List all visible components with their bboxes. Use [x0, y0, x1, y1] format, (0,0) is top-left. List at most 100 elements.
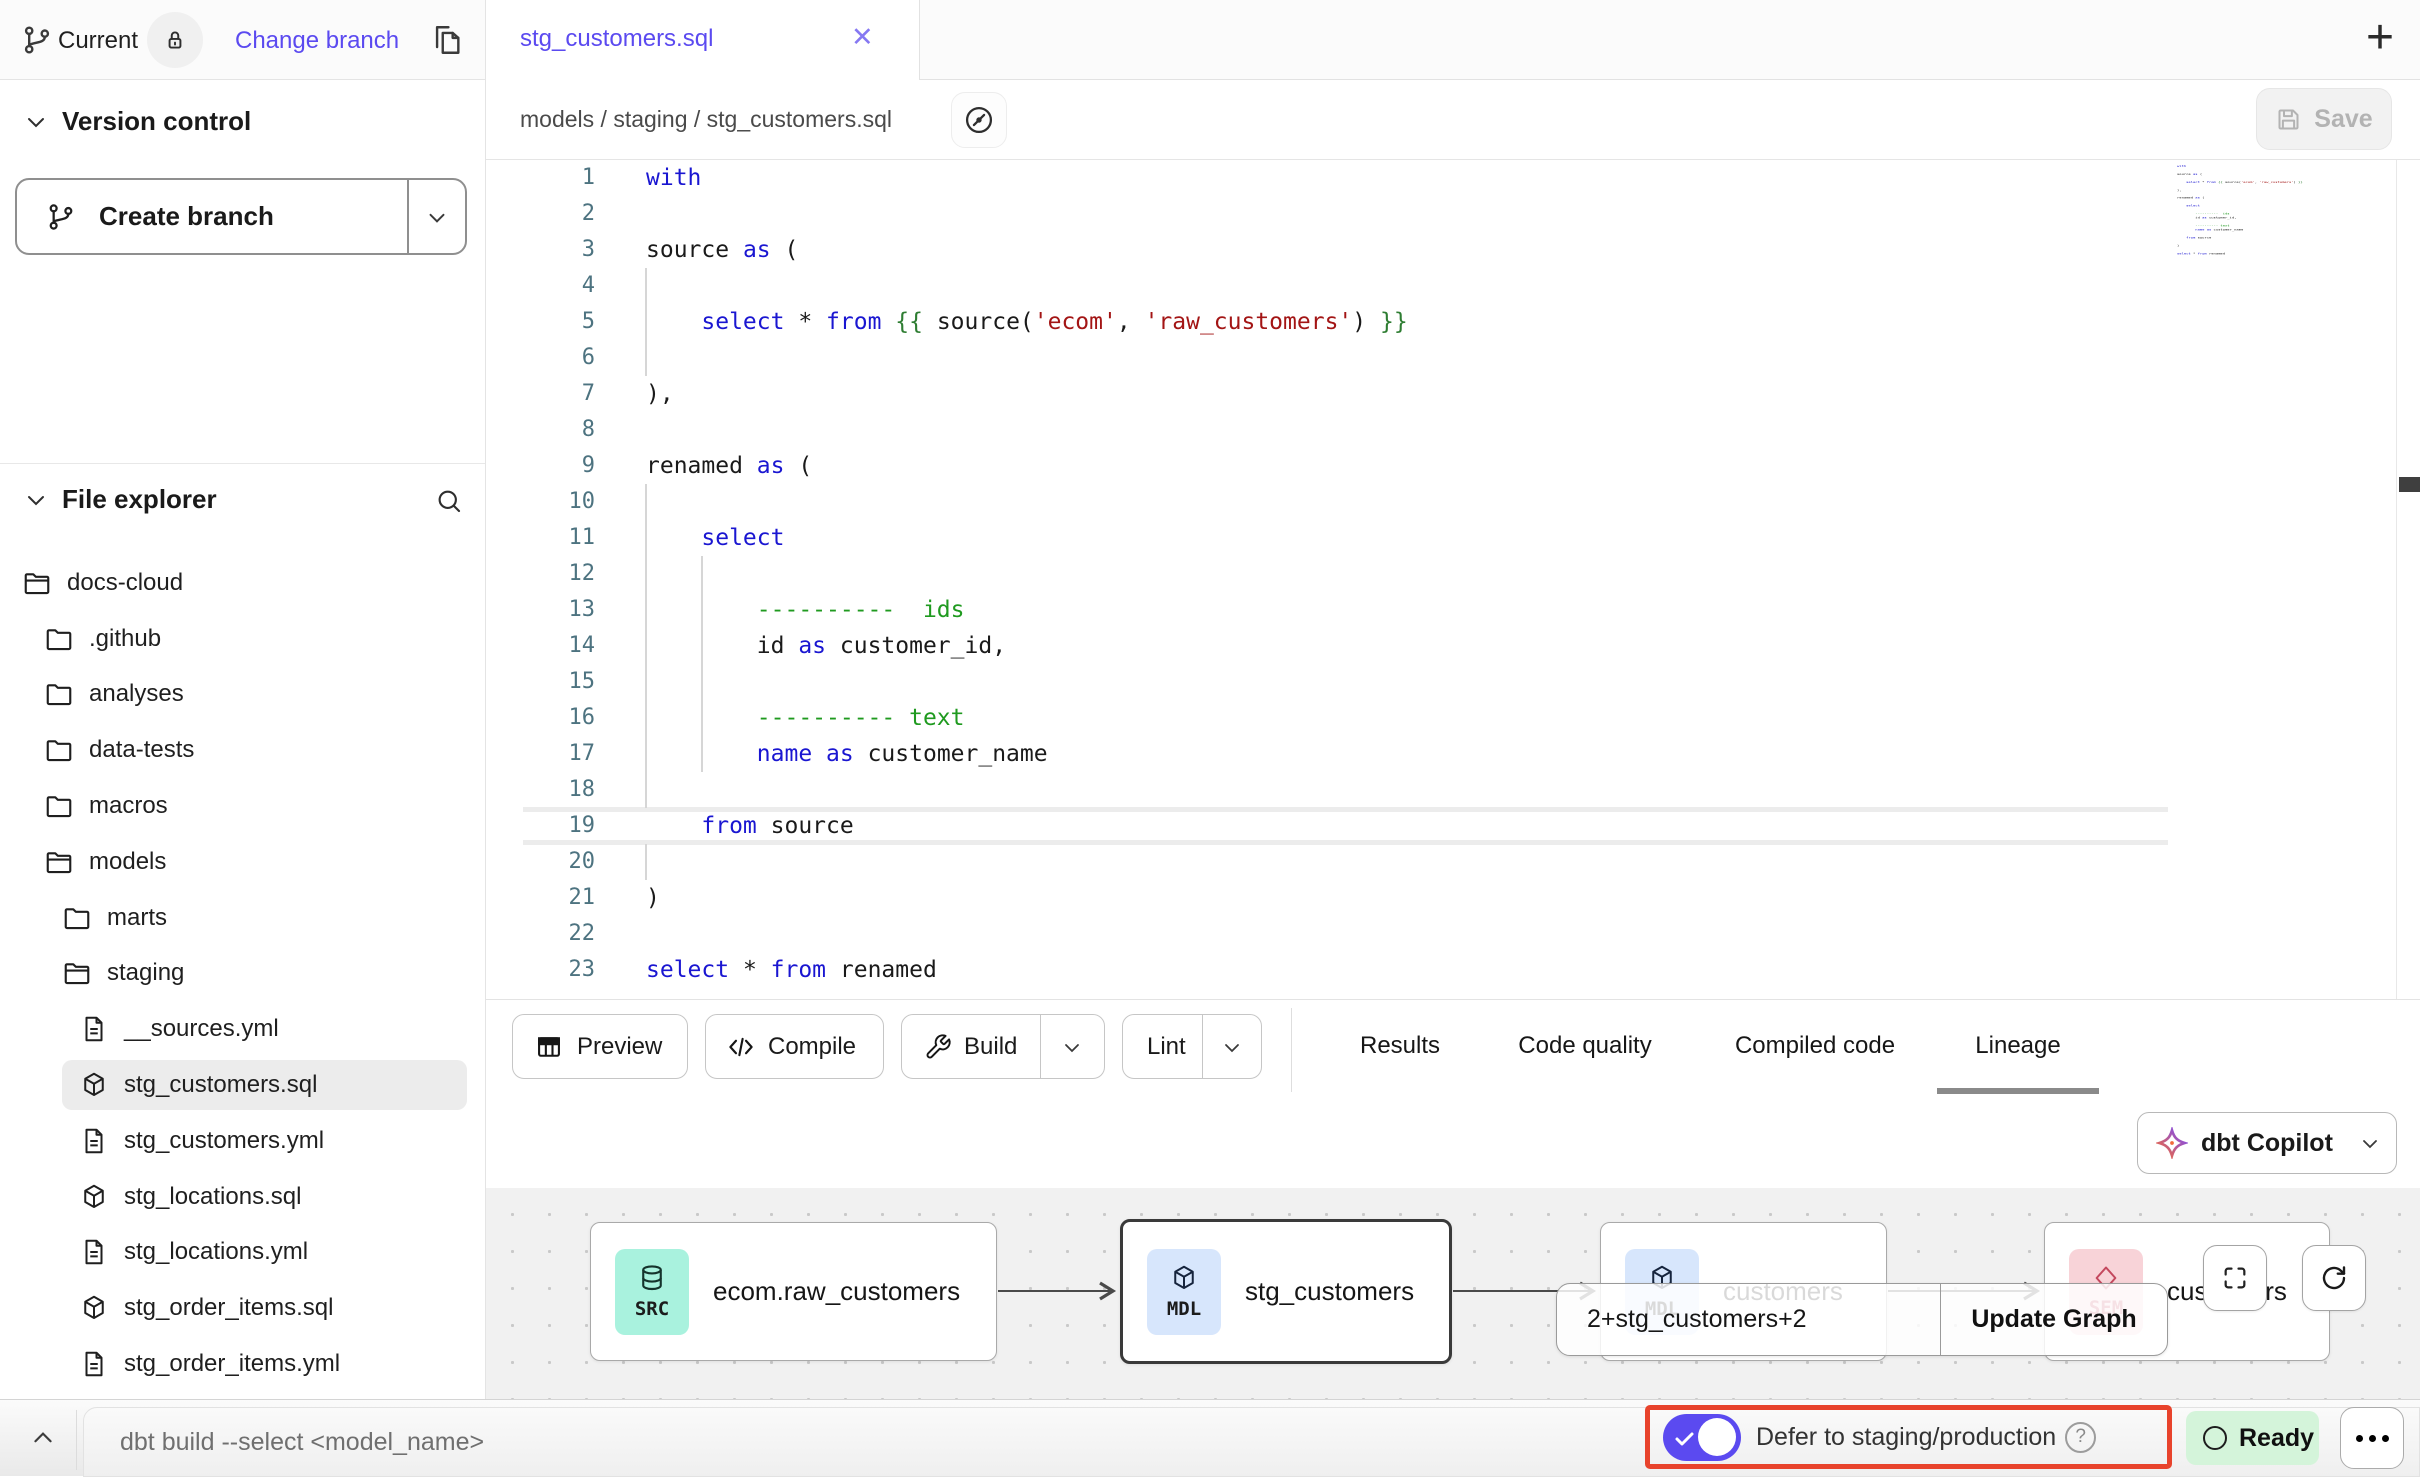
lineage-graph[interactable]: SRC ecom.raw_customers MDL stg_customers… — [486, 1188, 2420, 1399]
create-branch-dropdown[interactable] — [407, 180, 465, 253]
node-label: stg_customers — [1245, 1276, 1414, 1307]
compile-label: Compile — [768, 1033, 856, 1061]
code-line-3: source as ( — [646, 232, 1408, 268]
code-line-14: id as customer_id, — [646, 628, 1408, 664]
command-placeholder: dbt build --select <model_name> — [120, 1428, 484, 1457]
dbt-copilot-button[interactable]: dbt Copilot — [2137, 1112, 2397, 1174]
more-options-button[interactable] — [2340, 1407, 2404, 1469]
tab-compiled-code[interactable]: Compiled code — [1735, 1032, 1895, 1060]
doc-icon — [79, 1014, 109, 1044]
close-icon[interactable]: ✕ — [851, 22, 874, 53]
code-line-5: select * from {{ source('ecom', 'raw_cus… — [2177, 180, 2214, 184]
code-line-22 — [646, 916, 1408, 952]
tree-item-label: staging — [107, 959, 184, 987]
change-branch-link[interactable]: Change branch — [235, 27, 399, 55]
sidebar: Current Change branch Version control Cr… — [0, 0, 486, 1399]
tree-item--github[interactable]: .github — [0, 611, 485, 667]
preview-button[interactable]: Preview — [512, 1014, 688, 1079]
save-button[interactable]: Save — [2256, 88, 2392, 150]
help-icon[interactable]: ? — [2065, 1422, 2096, 1453]
compile-button[interactable]: Compile — [705, 1014, 884, 1079]
expand-panel-icon[interactable] — [30, 1425, 56, 1451]
code-line-20 — [646, 844, 1408, 880]
tab-stg-customers-sql[interactable]: stg_customers.sql ✕ — [486, 0, 920, 80]
code-line-9: renamed as ( — [646, 448, 1408, 484]
lint-dropdown[interactable] — [1202, 1015, 1261, 1078]
save-icon — [2275, 106, 2302, 133]
tab-lineage[interactable]: Lineage — [1975, 1032, 2060, 1060]
dot — [2382, 1435, 2389, 1442]
lint-button[interactable]: Lint — [1122, 1014, 1262, 1079]
lint-label: Lint — [1147, 1033, 1186, 1061]
code-line-10 — [646, 484, 1408, 520]
lineage-node-stg-customers[interactable]: MDL stg_customers — [1120, 1219, 1452, 1364]
folder-icon — [62, 903, 92, 933]
update-graph-button[interactable]: Update Graph — [1940, 1284, 2167, 1355]
tree-item-docs-cloud[interactable]: docs-cloud — [0, 555, 485, 611]
tree-item-label: stg_locations.sql — [124, 1183, 301, 1211]
create-branch-label: Create branch — [99, 201, 274, 232]
navigate-button[interactable] — [951, 92, 1007, 148]
chevron-down-icon — [2358, 1131, 2382, 1155]
code-line-6 — [646, 340, 1408, 376]
lock-icon — [147, 12, 203, 68]
code-line-1: with — [646, 160, 1408, 196]
tree-item-stg-customers-sql[interactable]: stg_customers.sql — [0, 1057, 485, 1113]
create-branch-button[interactable]: Create branch — [15, 178, 467, 255]
tree-item-models[interactable]: models — [0, 834, 485, 890]
divider — [0, 463, 485, 464]
build-button[interactable]: Build — [901, 1014, 1105, 1079]
defer-toggle[interactable] — [1663, 1414, 1741, 1461]
scrollbar-thumb[interactable] — [2399, 477, 2420, 492]
model-icon — [79, 1182, 109, 1212]
code-line-7: ), — [646, 376, 1408, 412]
dot — [2369, 1435, 2376, 1442]
tree-item-analyses[interactable]: analyses — [0, 667, 485, 723]
source-badge: SRC — [615, 1249, 689, 1335]
tree-item-staging[interactable]: staging — [0, 946, 485, 1002]
minimap[interactable]: with source as ( select * from {{ source… — [2177, 164, 2399, 284]
code-line-13: ---------- ids — [646, 592, 1408, 628]
tree-item-data-tests[interactable]: data-tests — [0, 722, 485, 778]
dbt-copilot-icon — [2156, 1127, 2188, 1159]
node-label: ecom.raw_customers — [713, 1276, 960, 1307]
version-control-section[interactable]: Version control — [24, 106, 251, 137]
fullscreen-button[interactable] — [2203, 1245, 2267, 1311]
lineage-node-source[interactable]: SRC ecom.raw_customers — [590, 1222, 997, 1361]
build-dropdown[interactable] — [1040, 1015, 1104, 1078]
tree-item-stg-locations-sql[interactable]: stg_locations.sql — [0, 1169, 485, 1225]
tab-code-quality[interactable]: Code quality — [1518, 1032, 1651, 1060]
active-tab-underline — [1937, 1088, 2099, 1094]
divider — [2396, 160, 2397, 1000]
refresh-button[interactable] — [2302, 1245, 2366, 1311]
selector-input[interactable]: 2+stg_customers+2 — [1557, 1305, 1940, 1334]
tree-item-marts[interactable]: marts — [0, 890, 485, 946]
code-content[interactable]: with source as ( select * from {{ source… — [646, 160, 1408, 988]
file-explorer-title: File explorer — [62, 484, 217, 515]
code-line-17: name as customer_name — [2177, 228, 2214, 232]
tree-item-stg-customers-yml[interactable]: stg_customers.yml — [0, 1113, 485, 1169]
code-editor[interactable]: 1234567891011121314151617181920212223 wi… — [486, 160, 2420, 1000]
doc-icon — [79, 1126, 109, 1156]
tree-item-label: models — [89, 848, 166, 876]
folder-icon — [44, 735, 74, 765]
file-explorer-section[interactable]: File explorer — [24, 484, 217, 515]
code-line-15 — [646, 664, 1408, 700]
tree-item-label: __sources.yml — [124, 1015, 279, 1043]
divider — [76, 1410, 77, 1470]
cube-icon — [1169, 1263, 1199, 1293]
branch-header: Current Change branch — [0, 0, 485, 80]
tree-item-macros[interactable]: macros — [0, 778, 485, 834]
wrench-icon — [924, 1033, 952, 1061]
copy-icon[interactable] — [430, 23, 464, 57]
tree-item-stg-locations-yml[interactable]: stg_locations.yml — [0, 1225, 485, 1281]
tree-item-stg-order-items-yml[interactable]: stg_order_items.yml — [0, 1336, 485, 1392]
build-label: Build — [964, 1033, 1017, 1061]
tree-item-stg-order-items-sql[interactable]: stg_order_items.sql — [0, 1280, 485, 1336]
tree-item--sources-yml[interactable]: __sources.yml — [0, 1001, 485, 1057]
fullscreen-icon — [2221, 1264, 2249, 1292]
search-icon[interactable] — [434, 486, 464, 516]
code-line-4 — [646, 268, 1408, 304]
tab-results[interactable]: Results — [1360, 1032, 1440, 1060]
new-tab-button[interactable]: + — [2366, 8, 2394, 68]
